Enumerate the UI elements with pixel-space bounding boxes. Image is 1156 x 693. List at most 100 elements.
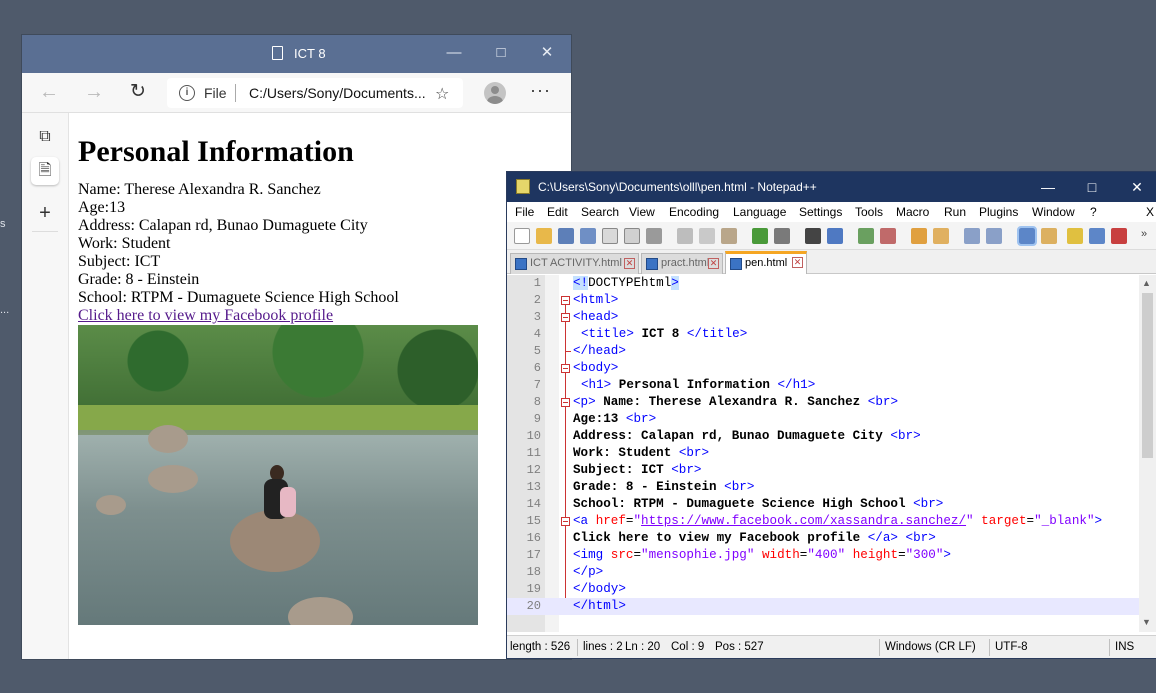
code-line: 8 <p> Name: Therese Alexandra R. Sanchez … [507,394,1139,411]
facebook-profile-link[interactable]: Click here to view my Facebook profile [78,307,333,324]
add-favorite-icon[interactable]: ☆ [435,84,449,104]
menu-plugins[interactable]: Plugins [979,205,1018,219]
function-list-icon[interactable] [1089,228,1105,244]
open-file-icon[interactable] [536,228,552,244]
scroll-thumb[interactable] [1142,293,1153,458]
code-attr: target [981,514,1027,528]
code-url-link[interactable]: https://www.facebook.com/xassandra.sanch… [641,514,966,528]
replace-icon[interactable] [827,228,843,244]
profile-avatar[interactable] [484,82,506,104]
minimize-icon[interactable]: — [1036,175,1060,199]
menu-file[interactable]: File [515,205,534,219]
close-icon[interactable]: ✕ [535,41,559,65]
cut-icon[interactable] [677,228,693,244]
menu-language[interactable]: Language [733,205,786,219]
code-tag: > [943,548,951,562]
code-eq: = [1026,514,1035,528]
tab-actions-icon[interactable]: ⧉ [31,123,59,151]
close-icon[interactable]: ✕ [1125,175,1149,199]
folder-workspace-icon[interactable] [1111,228,1127,244]
notepad-plus-plus-window: C:\Users\Sony\Documents\olll\pen.html - … [507,172,1156,658]
browser-title-bar: ICT 8 — □ ✕ [22,35,571,73]
menu-search[interactable]: Search [581,205,619,219]
indent-guide-icon[interactable] [1017,226,1037,246]
page-content: Personal Information Name: Therese Alexa… [78,125,571,659]
doctype-close: > [671,276,679,290]
print-icon[interactable] [646,228,662,244]
zoom-in-icon[interactable] [858,228,874,244]
toolbar-overflow-icon[interactable]: » [1141,228,1153,244]
udl-icon[interactable] [1041,228,1057,244]
address-bar[interactable]: i File C:/Users/Sony/Documents... ☆ [167,78,463,108]
word-wrap-icon[interactable] [964,228,980,244]
tab-ict-activity[interactable]: ICT ACTIVITY.html ✕ [510,253,639,274]
doctype-text: DOCTYPEhtml [588,276,672,290]
back-icon[interactable]: ← [37,81,61,105]
new-file-icon[interactable] [514,228,530,244]
minimize-icon[interactable]: — [442,41,466,65]
info-line-address: Address: Calapan rd, Bunao Dumaguete Cit… [78,217,368,234]
undo-icon[interactable] [752,228,768,244]
photo-trees [78,325,478,415]
sync-h-icon[interactable] [933,228,949,244]
doc-map-icon[interactable] [1067,228,1083,244]
fold-toggle-icon[interactable] [561,313,570,322]
paste-icon[interactable] [721,228,737,244]
tab-close-icon[interactable]: ✕ [792,257,803,268]
new-tab-icon[interactable]: + [31,199,59,227]
maximize-icon[interactable]: □ [489,41,513,65]
more-icon[interactable]: ··· [530,80,551,101]
menu-macro[interactable]: Macro [896,205,929,219]
menu-tools[interactable]: Tools [855,205,883,219]
code-tag: <a [573,514,596,528]
browser-title: ICT 8 [294,46,326,61]
menu-view[interactable]: View [629,205,655,219]
maximize-icon[interactable]: □ [1080,175,1104,199]
code-line: 16 Click here to view my Facebook profile… [507,530,1139,547]
address-separator [235,84,236,102]
menu-encoding[interactable]: Encoding [669,205,719,219]
page-tab-icon[interactable]: 🗎 [31,157,59,185]
close-all-icon[interactable] [624,228,640,244]
line-number: 2 [533,293,541,307]
tab-pen[interactable]: pen.html ✕ [725,251,807,274]
save-icon[interactable] [558,228,574,244]
scroll-up-icon[interactable]: ▲ [1142,278,1151,288]
fold-toggle-icon[interactable] [561,364,570,373]
close-file-icon[interactable] [602,228,618,244]
code-line: 9 Age:13 <br> [507,411,1139,428]
fold-toggle-icon[interactable] [561,398,570,407]
vertical-scrollbar[interactable]: ▲ ▼ [1139,275,1156,632]
menu-close-doc[interactable]: X [1146,205,1154,219]
tab-pract[interactable]: pract.html ✕ [641,253,723,274]
forward-icon[interactable]: → [82,81,106,105]
menu-edit[interactable]: Edit [547,205,568,219]
save-all-icon[interactable] [580,228,596,244]
scroll-down-icon[interactable]: ▼ [1142,617,1151,627]
copy-icon[interactable] [699,228,715,244]
tab-close-icon[interactable]: ✕ [708,258,719,269]
desktop-mark: s [0,218,6,230]
info-line-name: Name: Therese Alexandra R. Sanchez [78,181,321,198]
address-url[interactable]: C:/Users/Sony/Documents... [249,85,429,101]
reload-icon[interactable]: ↻ [126,81,150,105]
find-icon[interactable] [805,228,821,244]
show-all-chars-icon[interactable] [986,228,1002,244]
code-editor[interactable]: 1 <!DOCTYPEhtml> 2 <html> 3 <head> 4 <title>… [507,275,1156,632]
zoom-out-icon[interactable] [880,228,896,244]
menu-window[interactable]: Window [1032,205,1075,219]
fold-toggle-icon[interactable] [561,296,570,305]
menu-help[interactable]: ? [1090,205,1097,219]
redo-icon[interactable] [774,228,790,244]
menu-run[interactable]: Run [944,205,966,219]
npp-title: C:\Users\Sony\Documents\olll\pen.html - … [538,180,817,194]
tab-close-icon[interactable]: ✕ [624,258,635,269]
photo-child [280,487,296,517]
code-tag: > [1094,514,1103,528]
code-text: Age:13 [573,412,626,426]
menu-settings[interactable]: Settings [799,205,842,219]
sync-v-icon[interactable] [911,228,927,244]
line-number: 8 [533,395,541,409]
info-icon[interactable]: i [179,85,195,101]
fold-toggle-icon[interactable] [561,517,570,526]
